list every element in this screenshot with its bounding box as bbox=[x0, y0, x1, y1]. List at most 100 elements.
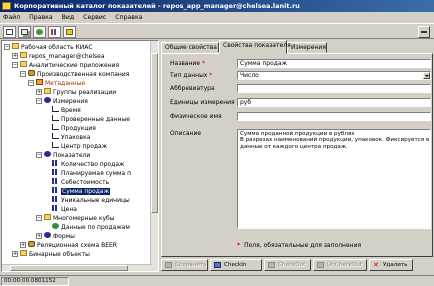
window-title: Корпоративный каталог показателей - repo… bbox=[14, 2, 300, 10]
expand-icon[interactable]: + bbox=[20, 242, 26, 248]
refresh-button[interactable] bbox=[33, 26, 46, 38]
tree-node[interactable]: − Измерения bbox=[36, 97, 88, 105]
dimension-icon bbox=[52, 133, 59, 139]
tree-node[interactable]: Планируемая сумма п bbox=[52, 169, 131, 177]
chevron-down-icon[interactable] bbox=[423, 72, 430, 79]
cube-icon bbox=[44, 88, 51, 94]
tree-node[interactable]: + repos_manager@chelsea bbox=[12, 52, 105, 60]
measure-icon bbox=[52, 169, 59, 175]
collapse-icon[interactable]: − bbox=[20, 71, 26, 77]
chart-icon bbox=[51, 29, 58, 35]
tree-node[interactable]: Упаковка bbox=[52, 133, 90, 141]
unit-label: Единицы измерения bbox=[170, 99, 235, 106]
status-text: 00:00:00.0801152 bbox=[1, 277, 69, 286]
tree-node[interactable]: + Формы bbox=[36, 232, 75, 240]
tree-node[interactable]: Центр продаж bbox=[52, 142, 107, 150]
expand-icon[interactable]: + bbox=[12, 53, 18, 59]
menu-view[interactable]: Вид bbox=[62, 14, 75, 21]
tree-node[interactable]: − Производственная компания bbox=[20, 70, 129, 78]
save-icon bbox=[165, 262, 172, 268]
description-label: Описание bbox=[170, 130, 202, 137]
checkin-icon bbox=[214, 262, 221, 268]
tree-node[interactable]: Себестоимость bbox=[52, 178, 109, 186]
tree-vertical-scrollbar[interactable] bbox=[150, 41, 158, 271]
workspace-icon bbox=[12, 43, 19, 49]
tree-node[interactable]: Продукция bbox=[52, 124, 96, 132]
tree-node[interactable]: − Аналитические приложения bbox=[12, 61, 119, 69]
folder-icon bbox=[20, 250, 27, 256]
required-fields-note: * Поля, обязательные для заполнения bbox=[237, 242, 362, 249]
tree-node[interactable]: Данные по продажам bbox=[52, 223, 130, 231]
forms-icon bbox=[44, 232, 51, 238]
description-textarea[interactable]: Сумма проданной продукции в рублях В раз… bbox=[237, 129, 431, 229]
tree-node[interactable]: Проверенные данные bbox=[52, 115, 130, 123]
tree-pane[interactable]: − Рабочая область КИАС + repos_manager@che… bbox=[1, 40, 159, 272]
tree-node[interactable]: − Многомерные кубы bbox=[36, 214, 115, 222]
dimension-icon bbox=[52, 142, 59, 148]
checkout-icon bbox=[268, 262, 275, 268]
collapse-icon[interactable]: − bbox=[4, 44, 10, 50]
scrollbar-thumb[interactable] bbox=[151, 53, 158, 213]
collapse-icon[interactable]: − bbox=[36, 215, 42, 221]
expand-icon[interactable]: + bbox=[36, 89, 42, 95]
collapse-icon[interactable]: − bbox=[36, 152, 42, 158]
tree-horizontal-scrollbar[interactable] bbox=[2, 264, 152, 271]
database-icon bbox=[28, 70, 35, 76]
chart-button[interactable] bbox=[48, 26, 61, 38]
status-bar: 00:00:00.0801152 bbox=[0, 275, 434, 286]
tree-node[interactable]: − Показатели bbox=[36, 151, 90, 159]
abbreviation-field[interactable] bbox=[237, 84, 431, 93]
expand-icon[interactable]: + bbox=[12, 251, 18, 257]
tree-node[interactable]: + Бинарные объекты bbox=[12, 250, 90, 258]
tree-node[interactable]: Время bbox=[52, 106, 81, 114]
uncheckout-button[interactable]: UnCheckOut bbox=[313, 259, 367, 271]
name-label: Название * bbox=[170, 60, 206, 67]
uncheckout-icon bbox=[317, 262, 324, 268]
abbreviation-label: Аббревиатура bbox=[170, 85, 215, 92]
tab-measure-properties[interactable]: Свойства показателя bbox=[219, 40, 291, 54]
dimension-icon bbox=[52, 106, 59, 112]
tab-general-properties[interactable]: Общие свойства bbox=[161, 42, 219, 53]
scrollbar-thumb[interactable] bbox=[10, 265, 128, 271]
collapse-icon[interactable]: − bbox=[36, 98, 42, 104]
measure-icon bbox=[52, 160, 59, 166]
tree-node[interactable]: Уникальные единицы bbox=[52, 196, 130, 204]
tree-node[interactable]: + Группы реализации bbox=[36, 88, 116, 96]
properties-button[interactable] bbox=[63, 26, 76, 38]
dimension-icon bbox=[52, 124, 59, 130]
tree-node[interactable]: Цена bbox=[52, 205, 77, 213]
tree-node[interactable]: − Рабочая область КИАС bbox=[4, 43, 93, 51]
menu-edit[interactable]: Правка bbox=[29, 14, 53, 21]
name-field[interactable]: Сумма продаж bbox=[237, 59, 431, 68]
measures-icon bbox=[44, 151, 51, 157]
checkin-button[interactable]: CheckIn bbox=[210, 259, 262, 271]
tab-dimensions[interactable]: Измерения bbox=[287, 42, 327, 53]
delete-button[interactable]: ✕ Удалить bbox=[369, 259, 413, 271]
physical-name-field[interactable] bbox=[237, 112, 431, 121]
collapse-icon[interactable]: − bbox=[28, 80, 34, 86]
copy-button[interactable] bbox=[18, 26, 31, 38]
expand-icon[interactable]: + bbox=[36, 233, 42, 239]
minimize-panel-button[interactable] bbox=[418, 26, 430, 38]
delete-icon: ✕ bbox=[373, 261, 379, 269]
tree-node[interactable]: + Реляционная схема BEER bbox=[20, 241, 117, 249]
unit-field[interactable]: руб bbox=[237, 98, 431, 107]
app-icon bbox=[2, 2, 11, 10]
menu-help[interactable]: Справка bbox=[115, 14, 142, 21]
title-bar: Корпоративный каталог показателей - repo… bbox=[0, 0, 434, 12]
folder-icon bbox=[20, 61, 27, 67]
menu-file[interactable]: Файл bbox=[3, 14, 20, 21]
collapse-icon[interactable]: − bbox=[12, 62, 18, 68]
tree-node[interactable]: Количество продаж bbox=[52, 160, 124, 168]
tree-node[interactable]: − Метаданные bbox=[28, 79, 85, 87]
new-document-icon bbox=[6, 29, 13, 35]
tree-node-selected[interactable]: Сумма продаж bbox=[52, 187, 111, 195]
menu-service[interactable]: Сервис bbox=[83, 14, 106, 21]
data-type-select[interactable]: Число bbox=[237, 71, 431, 80]
save-button[interactable]: Сохранить bbox=[161, 259, 208, 271]
new-document-button[interactable] bbox=[3, 26, 16, 38]
measure-icon bbox=[52, 196, 59, 202]
checkout-button[interactable]: CheckOut bbox=[264, 259, 311, 271]
measure-icon bbox=[52, 178, 59, 184]
toolbar bbox=[0, 23, 434, 39]
